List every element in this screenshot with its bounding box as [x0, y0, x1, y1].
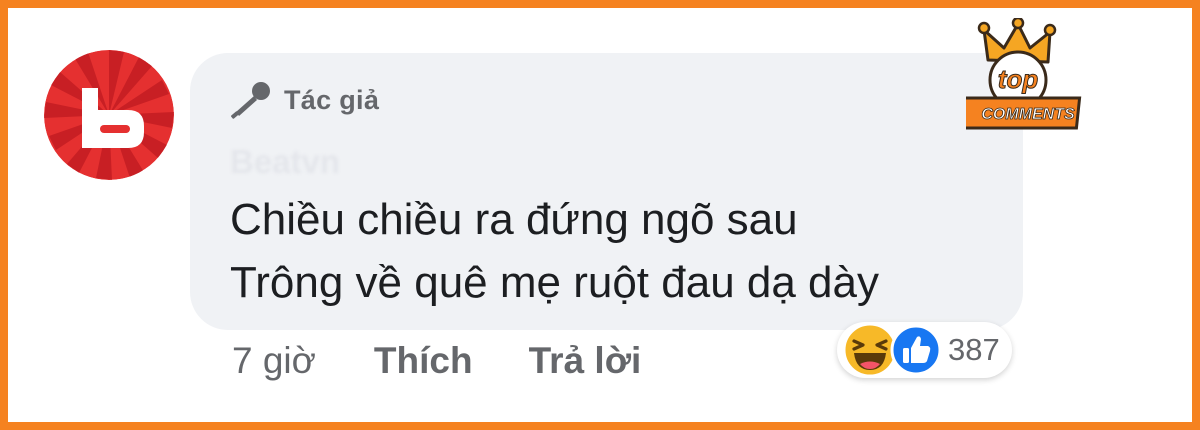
- timestamp[interactable]: 7 giờ: [232, 340, 316, 382]
- microphone-icon: [231, 82, 270, 119]
- like-icon: [890, 324, 942, 376]
- avatar[interactable]: [44, 50, 174, 180]
- top-comments-logo: top COMMENTS: [966, 18, 1091, 136]
- logo-top-text: top: [998, 64, 1039, 94]
- author-name[interactable]: Beatvn: [230, 143, 340, 181]
- author-badge: Tác giả: [230, 81, 379, 119]
- reaction-count: 387: [948, 332, 1000, 367]
- reply-button[interactable]: Trả lời: [529, 340, 642, 382]
- like-button[interactable]: Thích: [374, 340, 473, 382]
- author-badge-label: Tác giả: [284, 84, 380, 115]
- crown-logo-icon: top COMMENTS: [966, 18, 1082, 130]
- logo-comments-text: COMMENTS: [981, 106, 1075, 123]
- reaction-summary[interactable]: 387: [837, 322, 1012, 378]
- comment-text-line-1: Chiều chiều ra đứng ngõ sau: [230, 195, 798, 244]
- comment-actions: 7 giờ Thích Trả lời: [232, 340, 641, 382]
- comment-bubble: Tác giả Beatvn Chiều chiều ra đứng ngõ s…: [190, 53, 1023, 330]
- beatvn-logo-icon: [44, 50, 174, 180]
- comment-text-line-2: Trông về quê mẹ ruột đau dạ dày: [230, 258, 879, 307]
